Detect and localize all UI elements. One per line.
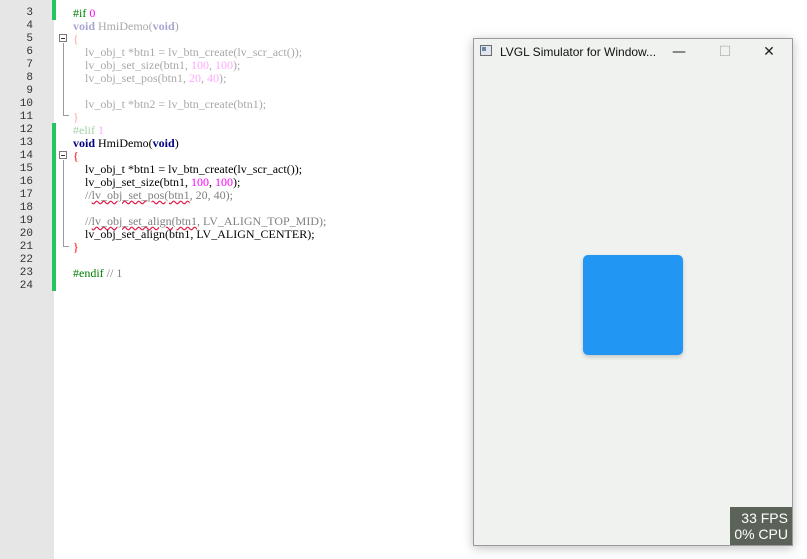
simulator-window[interactable]: LVGL Simulator for Window... — ☐ ✕ 33 FP…	[473, 38, 793, 546]
code-line: }	[73, 240, 79, 254]
code-line: //lv_obj_set_pos(btn1, 20, 40);	[73, 188, 234, 202]
line-number: 22	[19, 254, 33, 266]
line-number: 12	[19, 124, 33, 136]
fold-toggle-icon[interactable]	[59, 151, 67, 159]
change-indicator	[52, 123, 56, 291]
fold-guide	[63, 43, 64, 115]
line-number: 3	[26, 7, 33, 19]
line-number: 23	[19, 267, 33, 279]
line-number: 4	[26, 20, 33, 32]
line-number: 11	[19, 111, 33, 123]
change-indicator	[52, 0, 56, 20]
fold-guide-end	[63, 115, 69, 116]
fold-toggle-icon[interactable]	[59, 34, 67, 42]
app-icon	[480, 45, 492, 56]
code-line: lv_obj_t *btn2 = lv_btn_create(btn1);	[73, 97, 267, 111]
line-number: 7	[26, 59, 33, 71]
maximize-button[interactable]: ☐	[702, 39, 748, 66]
line-number: 2	[0, 0, 33, 5]
minimize-button[interactable]: —	[656, 39, 702, 66]
fps-readout: 33 FPS	[741, 510, 788, 526]
line-number: 18	[19, 202, 33, 214]
fold-guide	[63, 160, 64, 246]
line-number: 16	[19, 176, 33, 188]
line-number: 24	[19, 280, 33, 292]
line-number: 5	[26, 33, 33, 45]
line-number: 15	[19, 163, 33, 175]
window-title: LVGL Simulator for Window...	[500, 45, 657, 59]
line-number: 20	[19, 228, 33, 240]
line-number: 6	[26, 46, 33, 58]
performance-monitor: 33 FPS 0% CPU	[730, 507, 792, 545]
code-line: #endif // 1	[73, 266, 123, 280]
close-button[interactable]: ✕	[746, 39, 792, 66]
line-number: 17	[19, 189, 33, 201]
line-number: 21	[19, 241, 33, 253]
line-number: 8	[26, 72, 33, 84]
line-number: 19	[19, 215, 33, 227]
code-line: lv_obj_set_align(btn1, LV_ALIGN_CENTER);	[73, 227, 315, 241]
simulator-titlebar[interactable]: LVGL Simulator for Window... — ☐ ✕	[474, 39, 792, 66]
line-number: 10	[19, 98, 33, 110]
code-line: void HmiDemo(void)	[73, 136, 179, 150]
line-number: 13	[19, 137, 33, 149]
cpu-readout: 0% CPU	[734, 526, 788, 542]
code-line: void HmiDemo(void)	[73, 19, 179, 33]
line-number: 14	[19, 150, 33, 162]
line-number: 9	[26, 85, 33, 97]
fold-guide-end	[63, 246, 69, 247]
lvgl-button[interactable]	[583, 255, 683, 355]
code-line: lv_obj_set_pos(btn1, 20, 40);	[73, 71, 227, 85]
